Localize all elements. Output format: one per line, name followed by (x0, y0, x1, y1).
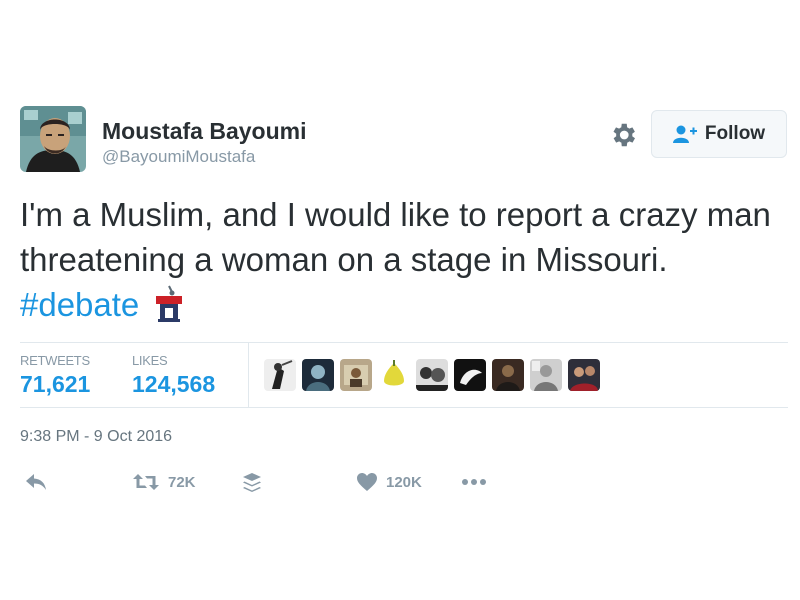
like-count: 120K (386, 473, 422, 491)
tweet-header: Moustafa Bayoumi @BayoumiMoustafa Follow (20, 106, 788, 174)
retweets-count: 71,621 (20, 371, 91, 397)
stats-divider (248, 343, 249, 407)
retweets-label: RETWEETS (20, 353, 90, 368)
heart-icon (357, 473, 377, 491)
user-names: Moustafa Bayoumi @BayoumiMoustafa (102, 118, 306, 167)
follow-button[interactable]: Follow (651, 110, 787, 158)
liker-avatar[interactable] (568, 359, 600, 391)
liker-avatar[interactable] (264, 359, 296, 391)
buffer-icon (243, 473, 261, 492)
tweet-card: Moustafa Bayoumi @BayoumiMoustafa Follow… (20, 106, 788, 492)
podium-emoji-icon (154, 284, 184, 322)
likes-label: LIKES (132, 353, 168, 368)
user-handle[interactable]: @BayoumiMoustafa (102, 147, 306, 167)
hashtag-link[interactable]: #debate (20, 286, 139, 323)
liker-avatar[interactable] (416, 359, 448, 391)
retweet-button[interactable]: 72K (132, 472, 196, 492)
avatar[interactable] (20, 106, 86, 172)
gear-icon[interactable] (608, 120, 638, 150)
add-user-icon (672, 124, 697, 144)
likes-count: 124,568 (132, 371, 216, 397)
likes-stat[interactable]: LIKES 124,568 (132, 353, 215, 398)
liker-avatar[interactable] (378, 359, 410, 391)
tweet-text-block: I'm a Muslim, and I would like to report… (20, 192, 780, 327)
like-button[interactable]: 120K (356, 472, 422, 492)
reply-icon (26, 474, 46, 490)
user-display-name[interactable]: Moustafa Bayoumi (102, 118, 306, 144)
retweet-count: 72K (168, 473, 196, 491)
tweet-actions: 72K 120K (20, 466, 788, 502)
liker-avatars (264, 359, 600, 391)
more-button[interactable] (460, 472, 488, 492)
liker-avatar[interactable] (340, 359, 372, 391)
more-icon (462, 479, 486, 485)
tweet-timestamp[interactable]: 9:38 PM - 9 Oct 2016 (20, 428, 172, 446)
tweet-stats: RETWEETS 71,621 LIKES 124,568 (20, 342, 788, 408)
retweets-stat[interactable]: RETWEETS 71,621 (20, 353, 90, 398)
liker-avatar[interactable] (302, 359, 334, 391)
liker-avatar[interactable] (492, 359, 524, 391)
retweet-icon (133, 474, 159, 490)
buffer-button[interactable] (242, 472, 262, 494)
tweet-text: I'm a Muslim, and I would like to report… (20, 196, 771, 278)
liker-avatar[interactable] (530, 359, 562, 391)
follow-button-label: Follow (704, 123, 766, 144)
reply-button[interactable] (24, 472, 48, 492)
liker-avatar[interactable] (454, 359, 486, 391)
